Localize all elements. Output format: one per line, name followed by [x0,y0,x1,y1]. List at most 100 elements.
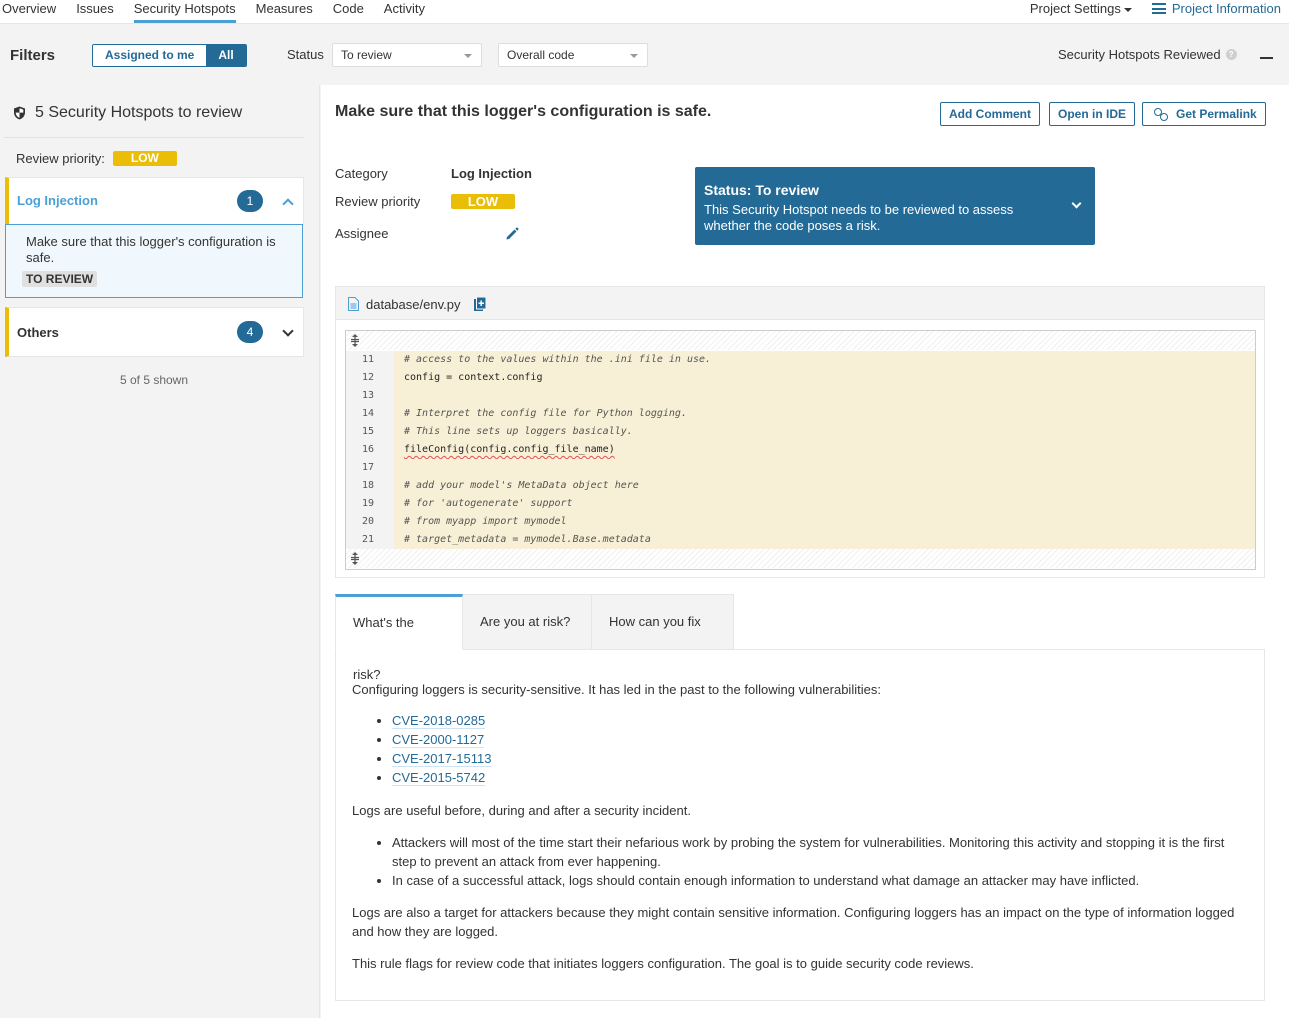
category-label: Category [335,166,388,181]
category-title: Others [17,325,59,340]
code-line: 14 # Interpret the config file for Python… [346,405,1255,423]
project-information-link[interactable]: Project Information [1151,1,1281,16]
tab-measures[interactable]: Measures [256,0,313,24]
chevron-up-icon[interactable] [282,198,294,210]
code-line: 19 # for 'autogenerate' support [346,495,1255,513]
cve-list: CVE-2018-0285 CVE-2000-1127 CVE-2017-151… [392,711,1252,787]
expand-above-button[interactable] [346,331,1255,350]
description-logs-useful: Logs are useful before, during and after… [352,803,691,818]
review-priority-label: Review priority [335,194,421,209]
caret-down-icon [1123,7,1132,12]
hotspots-reviewed: Security Hotspots Reviewed ? [1058,47,1237,62]
line-number: 12 [346,369,394,387]
chevron-down-icon [1071,198,1082,209]
cve-link[interactable]: CVE-2017-15113 [392,751,492,767]
code-line: 13 [346,387,1255,405]
code-line: 11 # access to the values within the .ini… [346,351,1255,369]
line-source: # add your model's MetaData object here [394,477,1255,495]
cve-item: CVE-2000-1127 [392,730,1252,749]
line-source: fileConfig(config.config_file_name) [394,441,1255,459]
scope-select[interactable]: Overall code [498,43,648,67]
status-filter-label: Status [287,47,324,62]
expand-below-button[interactable] [346,549,1255,568]
status-select[interactable]: To review [332,43,482,67]
code-line: 12 config = context.config [346,369,1255,387]
line-number: 17 [346,459,394,477]
line-source: # for 'autogenerate' support [394,495,1255,513]
cve-link[interactable]: CVE-2015-5742 [392,770,486,786]
line-number: 11 [346,351,394,369]
category-others[interactable]: Others 4 [5,307,304,357]
line-source [394,387,1255,405]
status-dropdown[interactable]: Status: To review This Security Hotspot … [695,167,1095,245]
dropdown-arrow-icon [630,54,638,58]
expand-icon [351,552,359,565]
cve-item: CVE-2018-0285 [392,711,1252,730]
open-file-icon[interactable] [474,297,486,311]
add-comment-button[interactable]: Add Comment [940,102,1040,126]
category-log-injection[interactable]: Log Injection 1 [5,177,304,225]
line-source [394,459,1255,477]
line-source: config = context.config [394,369,1255,387]
line-number: 15 [346,423,394,441]
tab-activity[interactable]: Activity [384,0,425,24]
top-navigation: Overview Issues Security Hotspots Measur… [0,0,1289,24]
tab-overview[interactable]: Overview [2,0,56,24]
chevron-down-icon[interactable] [282,325,294,337]
line-number: 18 [346,477,394,495]
shown-count: 5 of 5 shown [119,373,189,387]
risk-description: Configuring loggers is security-sensitiv… [335,649,1265,1001]
tab-issues[interactable]: Issues [76,0,114,24]
tab-whats-the-risk[interactable]: What's the risk? [335,594,463,682]
priority-badge: LOW [112,151,177,166]
line-source: # access to the values within the .ini f… [394,351,1255,369]
status-select-value: To review [341,48,392,62]
code-lines: 11 # access to the values within the .ini… [346,351,1255,549]
category-value: Log Injection [451,166,532,181]
review-priority-label: Review priority: [16,151,105,166]
project-tabs: Overview Issues Security Hotspots Measur… [0,0,445,24]
code-viewer: database/env.py 11 # access to the values… [335,286,1265,578]
assignee-label: Assignee [335,226,389,241]
hotspot-message: Make sure that this logger's configurati… [26,234,276,265]
hotspots-reviewed-label: Security Hotspots Reviewed [1058,47,1221,62]
code-line: 16 fileConfig(config.config_file_name) [346,441,1255,459]
tab-security-hotspots[interactable]: Security Hotspots [133,0,236,24]
tab-how-can-you-fix-it[interactable]: How can you fix it? [592,594,734,683]
sidebar-heading-text: 5 Security Hotspots to review [35,104,243,121]
code-line: 15 # This line sets up loggers basically. [346,423,1255,441]
hotspots-reviewed-value [1260,57,1273,59]
assigned-to-me-button[interactable]: Assigned to me [93,45,207,66]
tab-code[interactable]: Code [333,0,364,24]
cve-link[interactable]: CVE-2018-0285 [392,713,486,729]
help-icon[interactable]: ? [1225,49,1237,60]
sidebar-heading: 5 Security Hotspots to review [13,104,242,122]
all-button[interactable]: All [206,45,246,66]
code-line: 20 # from myapp import mymodel [346,513,1255,531]
open-in-ide-button[interactable]: Open in IDE [1049,102,1136,126]
risk-tabs: What's the risk? Are you at risk? How ca… [335,594,734,683]
description-intro: Configuring loggers is security-sensitiv… [352,682,881,697]
code-line: 17 [346,459,1255,477]
pencil-icon[interactable] [505,227,519,241]
filters-title: Filters [10,47,56,64]
filters-bar: Filters Assigned to me All Status To rev… [0,25,1289,85]
code-snippet: 11 # access to the values within the .ini… [345,330,1256,570]
project-information-label: Project Information [1171,1,1281,16]
hotspot-list-item[interactable]: Make sure that this logger's configurati… [5,224,303,298]
line-number: 19 [346,495,394,513]
tab-are-you-at-risk[interactable]: Are you at risk? [463,594,592,650]
scope-select-value: Overall code [507,48,575,62]
project-settings-label: Project Settings [1029,1,1121,16]
list-icon [1151,3,1166,14]
hotspot-highlight[interactable]: fileConfig(config.config_file_name) [404,444,615,455]
file-name: database/env.py [366,297,461,312]
cve-link[interactable]: CVE-2000-1127 [392,732,485,748]
review-priority-group: Review priority: LOW [16,151,177,166]
line-source: # target_metadata = mymodel.Base.metadat… [394,531,1255,549]
hotspots-sidebar: 5 Security Hotspots to review Review pri… [0,85,320,1018]
project-settings-menu[interactable]: Project Settings [1030,1,1132,16]
get-permalink-button[interactable]: Get Permalink [1142,102,1266,126]
status-heading: Status: To review [704,182,819,198]
bullet-item: In case of a successful attack, logs sho… [392,871,1252,890]
